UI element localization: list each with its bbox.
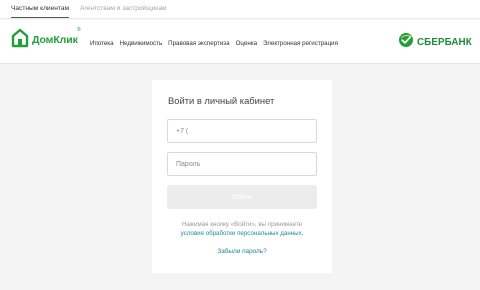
nav-item-real-estate[interactable]: Недвижимость [120, 40, 163, 47]
nav-item-legal-check[interactable]: Правовая экспертиза [168, 40, 229, 47]
logo-text: ДомКлик [32, 34, 78, 46]
main-nav: Ипотека Недвижимость Правовая экспертиза… [90, 40, 338, 47]
nav-item-e-registration[interactable]: Электронная регистрация [263, 40, 338, 47]
login-title: Войти в личный кабинет [168, 95, 275, 106]
domclick-logo[interactable]: ДомКлик ® [11, 27, 81, 53]
password-input[interactable] [167, 152, 317, 176]
tab-agencies[interactable]: Агентствам и застройщикам [80, 5, 167, 12]
consent-prefix: Нажимая кнопку «Войти», вы принимаете [181, 221, 303, 228]
nav-item-appraisal[interactable]: Оценка [236, 40, 257, 47]
nav-item-mortgage[interactable]: Ипотека [90, 40, 114, 47]
sber-check-icon [398, 32, 414, 53]
site-header: ДомКлик ® Ипотека Недвижимость Правовая … [0, 20, 480, 64]
consent-text: Нажимая кнопку «Войти», вы принимаете ус… [167, 220, 317, 238]
sberbank-logo[interactable]: СБЕРБАНК [398, 32, 472, 53]
consent-link[interactable]: условия обработки персональных данных. [181, 230, 304, 237]
sberbank-logo-text: СБЕРБАНК [417, 36, 472, 48]
forgot-password-link[interactable]: Забыли пароль? [152, 248, 332, 255]
tab-private-clients[interactable]: Частным клиентам [11, 5, 70, 18]
registered-mark: ® [77, 27, 81, 33]
phone-input[interactable] [167, 119, 317, 143]
house-icon [11, 28, 29, 53]
login-card: Войти в личный кабинет Войти Нажимая кно… [152, 80, 332, 273]
audience-switcher: Частным клиентам Агентствам и застройщик… [0, 0, 480, 19]
login-button[interactable]: Войти [167, 185, 317, 209]
